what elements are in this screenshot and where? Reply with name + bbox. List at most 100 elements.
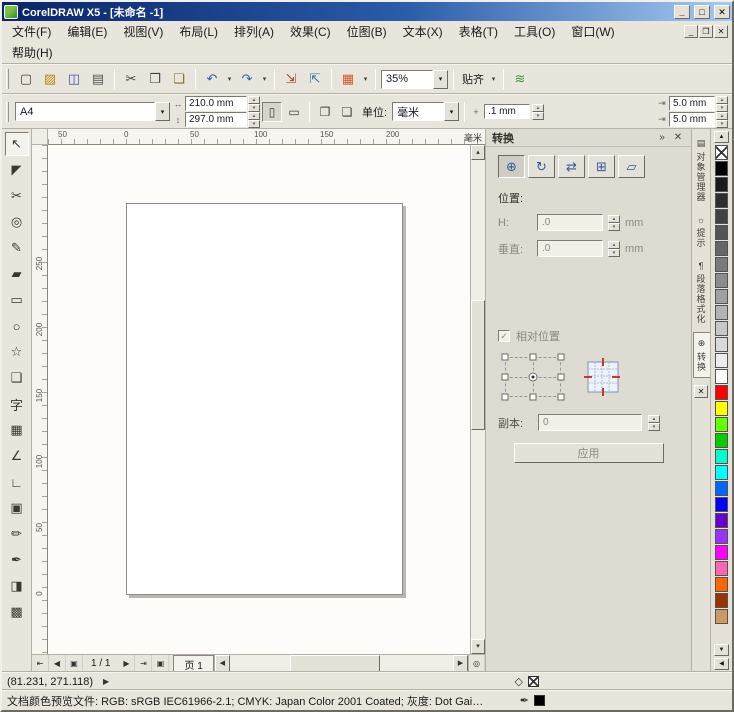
menu-item-文件(F)[interactable]: 文件(F) [4, 21, 59, 42]
page-tab[interactable]: 页 1 [173, 655, 213, 672]
anchor-middle-left[interactable] [502, 374, 509, 381]
polygon-tool[interactable]: ☆ [5, 340, 29, 364]
menu-item-位图(B)[interactable]: 位图(B) [339, 21, 395, 42]
ruler-corner[interactable] [32, 129, 48, 145]
palette-flyout-icon[interactable]: ◀ [714, 658, 729, 670]
nudge-field[interactable]: .1 mm [484, 104, 530, 119]
color-swatch[interactable] [715, 321, 728, 336]
copies-field[interactable]: 0 [538, 414, 642, 431]
paper-height-spinner[interactable]: ▴▾ [248, 112, 260, 128]
next-page-button[interactable]: ▶ [118, 655, 135, 672]
menu-item-视图(V)[interactable]: 视图(V) [115, 21, 171, 42]
undo-icon[interactable]: ↶ [201, 68, 223, 90]
document-restore-button[interactable]: ❐ [699, 25, 713, 38]
palette-scroll-up-icon[interactable]: ▲ [714, 131, 729, 143]
color-swatch[interactable] [715, 417, 728, 432]
paper-size-dropdown-arrow-icon[interactable]: ▾ [155, 102, 170, 121]
v-position-field[interactable]: .0 [537, 240, 603, 257]
units-combo[interactable]: 毫米 ▾ [392, 102, 459, 121]
save-icon[interactable]: ◫ [63, 68, 85, 90]
zoom-tool[interactable]: ◎ [5, 210, 29, 234]
units-value[interactable]: 毫米 [392, 102, 444, 121]
anchor-center-radio[interactable] [529, 373, 538, 382]
menu-item-效果(C)[interactable]: 效果(C) [282, 21, 339, 42]
docker-tab-transform[interactable]: ⊕转换 [693, 332, 710, 378]
anchor-point-grid[interactable] [502, 354, 564, 400]
paper-size-value[interactable]: A4 [15, 102, 155, 121]
menu-item-编辑(E)[interactable]: 编辑(E) [59, 21, 115, 42]
first-page-button[interactable]: ⇤ [32, 655, 49, 672]
minimize-button[interactable]: _ [674, 5, 690, 19]
color-swatch[interactable] [715, 289, 728, 304]
interactive-fill-tool[interactable]: ▩ [5, 600, 29, 624]
outline-pen-tool[interactable]: ✒ [5, 548, 29, 572]
xf-skew-button[interactable]: ▱ [618, 155, 645, 178]
color-swatch[interactable] [715, 561, 728, 576]
application-launcher-icon[interactable]: ▦ [337, 68, 359, 90]
current-page-button[interactable]: ❏ [337, 102, 357, 122]
menu-item-工具(O)[interactable]: 工具(O) [506, 21, 563, 42]
docker-tab-object-manager[interactable]: ▤对象管理器 [693, 133, 710, 207]
copies-spinner[interactable]: ▴▾ [648, 415, 660, 431]
anchor-middle-right[interactable] [558, 374, 565, 381]
color-swatch[interactable] [715, 337, 728, 352]
color-swatch[interactable] [715, 161, 728, 176]
add-page-before-button[interactable]: ▣ [66, 655, 83, 672]
paper-height-field[interactable]: 297.0 mm [185, 112, 247, 127]
duplicate-x-field[interactable]: 5.0 mm [669, 96, 715, 111]
xf-size-button[interactable]: ⊞ [588, 155, 615, 178]
shape-tool[interactable]: ◤ [5, 158, 29, 182]
document-close-button[interactable]: ✕ [714, 25, 728, 38]
docker-tab-paragraph-formatting[interactable]: ¶段落格式化 [693, 256, 710, 329]
rectangle-tool[interactable]: ▭ [5, 288, 29, 312]
paste-icon[interactable]: ❏ [168, 68, 190, 90]
color-swatch[interactable] [715, 401, 728, 416]
duplicate-y-spinner[interactable]: ▴▾ [716, 112, 728, 128]
previous-page-button[interactable]: ◀ [49, 655, 66, 672]
scroll-down-icon[interactable]: ▾ [471, 639, 485, 654]
navigator-magnifier-icon[interactable]: ◎ [468, 655, 485, 672]
dropdown-arrow-icon[interactable]: ▾ [260, 75, 269, 83]
cut-icon[interactable]: ✂ [120, 68, 142, 90]
color-swatch[interactable] [715, 193, 728, 208]
options-icon[interactable]: ≋ [509, 68, 531, 90]
xf-position-button[interactable]: ⊕ [498, 155, 525, 178]
freehand-tool[interactable]: ✎ [5, 236, 29, 260]
portrait-button[interactable]: ▯ [262, 102, 282, 122]
close-button[interactable]: ✕ [714, 5, 730, 19]
text-tool[interactable]: 字 [5, 392, 29, 416]
add-page-after-button[interactable]: ▣ [152, 655, 169, 672]
color-swatch[interactable] [715, 593, 728, 608]
eyedropper-tool[interactable]: ✏ [5, 522, 29, 546]
anchor-bottom-left[interactable] [502, 394, 509, 401]
zoom-level-combo[interactable]: 35% ▾ [381, 70, 448, 89]
docker-flyout-icon[interactable]: » [655, 132, 669, 143]
vertical-scrollbar[interactable]: ▴ ▾ [470, 145, 485, 654]
anchor-bottom-center[interactable] [530, 394, 537, 401]
anchor-top-left[interactable] [502, 354, 509, 361]
page[interactable] [126, 203, 403, 595]
redo-icon[interactable]: ↷ [236, 68, 258, 90]
xf-scale-mirror-button[interactable]: ⇄ [558, 155, 585, 178]
color-swatch[interactable] [715, 433, 728, 448]
menu-item-窗口(W)[interactable]: 窗口(W) [563, 21, 622, 42]
h-position-field[interactable]: .0 [537, 214, 603, 231]
new-document-icon[interactable]: ▢ [15, 68, 37, 90]
fill-tool[interactable]: ◨ [5, 574, 29, 598]
scroll-up-icon[interactable]: ▴ [471, 145, 485, 160]
docker-tab-hints[interactable]: ☼提示 [693, 210, 710, 253]
toolbar-grip[interactable] [6, 69, 9, 89]
color-swatch[interactable] [715, 577, 728, 592]
smart-fill-tool[interactable]: ▰ [5, 262, 29, 286]
paper-size-combo[interactable]: A4 ▾ [15, 102, 170, 121]
relative-position-checkbox[interactable]: ✓ [498, 330, 510, 342]
menu-item-帮助(H)[interactable]: 帮助(H) [4, 42, 61, 63]
color-swatch[interactable] [715, 257, 728, 272]
connector-tool[interactable]: ∟ [5, 470, 29, 494]
duplicate-y-field[interactable]: 5.0 mm [669, 112, 715, 127]
color-swatch[interactable] [715, 513, 728, 528]
xf-rotate-button[interactable]: ↻ [528, 155, 555, 178]
scroll-left-icon[interactable]: ◀ [215, 655, 230, 672]
duplicate-x-spinner[interactable]: ▴▾ [716, 96, 728, 112]
copy-icon[interactable]: ❐ [144, 68, 166, 90]
